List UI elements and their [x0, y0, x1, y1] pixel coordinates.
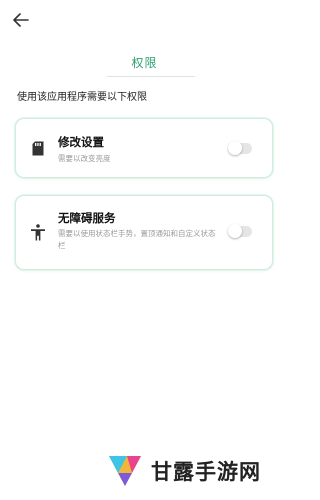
brand-name: 甘露手游网 [151, 460, 261, 484]
permissions-subtitle: 使用该应用程序需要以下权限 [17, 92, 147, 103]
toggle-knob [228, 141, 242, 155]
accessibility-icon [29, 223, 47, 241]
arrow-left-icon [13, 13, 29, 27]
back-button[interactable] [10, 9, 32, 31]
modify-settings-toggle[interactable] [228, 141, 252, 155]
sd-card-icon [29, 139, 47, 157]
title-divider [107, 76, 195, 77]
permission-card-accessibility: 无障碍服务 需要以使用状态栏手势，置顶通知和自定义状态栏 [16, 196, 272, 269]
page-title: 权限 [131, 56, 158, 70]
accessibility-toggle[interactable] [228, 224, 252, 238]
permission-card-modify-settings: 修改设置 需要以改变亮度 [16, 119, 272, 177]
permission-description: 需要以使用状态栏手势，置顶通知和自定义状态栏 [58, 229, 216, 250]
toggle-knob [228, 224, 242, 238]
permission-title: 无障碍服务 [58, 211, 116, 225]
permission-title: 修改设置 [58, 135, 104, 149]
brand-logo-icon [109, 456, 141, 486]
permission-description: 需要以改变亮度 [58, 154, 111, 163]
watermark-brand: 甘露手游网 [105, 452, 261, 490]
